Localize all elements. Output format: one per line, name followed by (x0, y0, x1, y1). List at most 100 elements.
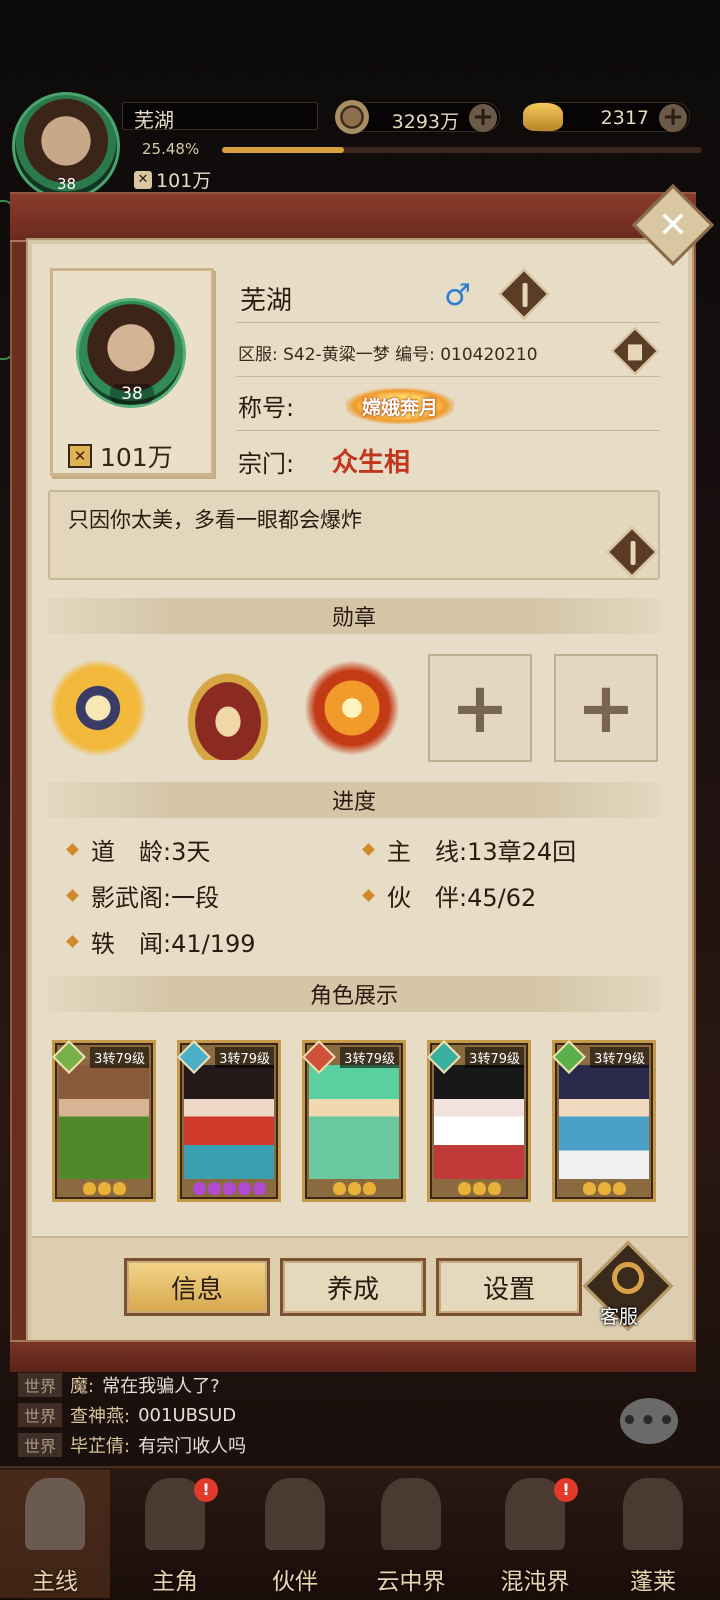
nav-penglai[interactable]: 蓬莱 (598, 1470, 708, 1598)
bullet-icon (66, 935, 79, 948)
develop-tab-button[interactable]: 养成 (280, 1258, 426, 1316)
chat-message: 有宗门收人吗 (138, 1436, 247, 1457)
power-value: 101万 (156, 170, 212, 192)
chat-line[interactable]: 世界 查神燕: 001UBSUD (18, 1402, 236, 1428)
gold-ingot-icon (523, 103, 563, 131)
chat-message: 001UBSUD (138, 1404, 237, 1426)
medal-3[interactable] (304, 660, 400, 756)
star-row (555, 1182, 653, 1195)
copper-value: 3293万 (391, 111, 459, 133)
star-icon (222, 1182, 236, 1195)
sage-icon (623, 1478, 683, 1550)
panel-bottom-border (10, 1340, 696, 1372)
profile-power: ✕ 101万 (68, 438, 173, 474)
character-card[interactable]: 3转79级 (427, 1040, 531, 1202)
character-card[interactable]: 3转79级 (52, 1040, 156, 1202)
headset-icon (612, 1262, 644, 1294)
character-card[interactable]: 3转79级 (177, 1040, 281, 1202)
progress-anecdotes: 轶 闻:41/199 (66, 924, 256, 959)
bullet-icon (362, 889, 375, 902)
chat-message: 常在我骗人了? (102, 1376, 220, 1397)
top-hud: 38 芜湖 25.48% ✕ 101万 3293万 + 2317 + (0, 90, 720, 200)
nav-hero[interactable]: ! 主角 (120, 1470, 230, 1598)
characters-header: 角色展示 (48, 976, 660, 1012)
close-icon: ✕ (657, 204, 689, 246)
exp-percent: 25.48% (142, 140, 200, 158)
chat-bubble-button[interactable]: ••• (620, 1398, 678, 1444)
bullet-icon (66, 843, 79, 856)
progress-partners: 伙 伴:45/62 (362, 878, 536, 913)
info-tab-button[interactable]: 信息 (124, 1258, 270, 1316)
gold-value: 2317 (600, 107, 649, 129)
exp-bar-fill (222, 147, 345, 153)
power-display: ✕ 101万 (134, 166, 211, 193)
character-tier: 3转79级 (465, 1047, 524, 1068)
copper-currency: 3293万 + (335, 100, 500, 134)
star-row (305, 1182, 403, 1195)
partner-icon (265, 1478, 325, 1550)
medal-2[interactable] (180, 664, 276, 760)
chat-line[interactable]: 世界 魔: 常在我骗人了? (18, 1372, 220, 1398)
player-avatar[interactable]: 38 (12, 92, 120, 200)
empty-medal-slot[interactable]: + (428, 654, 532, 762)
chat-channel: 世界 (18, 1373, 63, 1397)
empty-medal-slot[interactable]: + (554, 654, 658, 762)
character-card[interactable]: 3转79级 (552, 1040, 656, 1202)
plus-icon: + (576, 667, 636, 749)
add-gold-button[interactable]: + (659, 104, 687, 132)
star-icon (332, 1182, 346, 1195)
divider (236, 376, 660, 377)
power-icon: ✕ (134, 170, 152, 189)
sect-name[interactable]: 众生相 (332, 442, 410, 479)
nav-main-quest[interactable]: 主线 (0, 1470, 110, 1598)
avatar-level: 38 (57, 175, 77, 193)
progress-shadow-pavilion: 影武阁:一段 (66, 878, 219, 913)
character-portrait (59, 1065, 149, 1179)
star-icon (612, 1182, 626, 1195)
customer-service-label: 客服 (600, 1306, 639, 1328)
character-tier: 3转79级 (90, 1047, 149, 1068)
profile-level: 38 (110, 384, 154, 404)
character-portrait (559, 1065, 649, 1179)
nav-cloud-realm[interactable]: 云中界 (356, 1470, 466, 1598)
nav-chaos-realm[interactable]: ! 混沌界 (480, 1470, 590, 1598)
medal-1[interactable] (50, 660, 146, 756)
star-icon (207, 1182, 221, 1195)
signature-text: 只因你太美，多看一眼都会爆炸 (68, 508, 362, 532)
star-icon (582, 1182, 596, 1195)
plus-icon: + (450, 667, 510, 749)
character-tier: 3转79级 (590, 1047, 649, 1068)
chat-line[interactable]: 世界 毕芷倩: 有宗门收人吗 (18, 1432, 246, 1458)
server-id-line: 区服: S42-黄粱一梦 编号: 010420210 (238, 345, 538, 365)
notification-badge: ! (194, 1478, 218, 1502)
profile-power-value: 101万 (100, 443, 173, 472)
sect-label: 宗门: (238, 450, 295, 478)
add-copper-button[interactable]: + (469, 104, 497, 132)
nav-label: 主角 (152, 1569, 198, 1595)
divider (236, 322, 660, 323)
panel-top-border (10, 194, 696, 242)
character-tier: 3转79级 (215, 1047, 274, 1068)
star-icon (362, 1182, 376, 1195)
star-row (55, 1182, 153, 1195)
star-icon (252, 1182, 266, 1195)
bullet-icon (66, 889, 79, 902)
progress-days: 道 龄:3天 (66, 832, 210, 867)
chat-sender: 查神燕: (70, 1406, 131, 1427)
player-name: 芜湖 (134, 108, 174, 132)
nav-label: 主线 (32, 1569, 78, 1595)
notification-badge: ! (554, 1478, 578, 1502)
settings-tab-button[interactable]: 设置 (436, 1258, 582, 1316)
character-card[interactable]: 3转79级 (302, 1040, 406, 1202)
star-icon (237, 1182, 251, 1195)
chat-sender: 魔: (70, 1376, 95, 1397)
nav-partners[interactable]: 伙伴 (240, 1470, 350, 1598)
nav-label: 蓬莱 (630, 1569, 676, 1595)
chat-channel: 世界 (18, 1433, 63, 1457)
title-label: 称号: (238, 394, 295, 422)
character-portrait (184, 1065, 274, 1179)
title-badge[interactable]: 嫦娥奔月 (346, 388, 454, 424)
star-icon (472, 1182, 486, 1195)
divider (236, 430, 660, 431)
character-portrait (309, 1065, 399, 1179)
